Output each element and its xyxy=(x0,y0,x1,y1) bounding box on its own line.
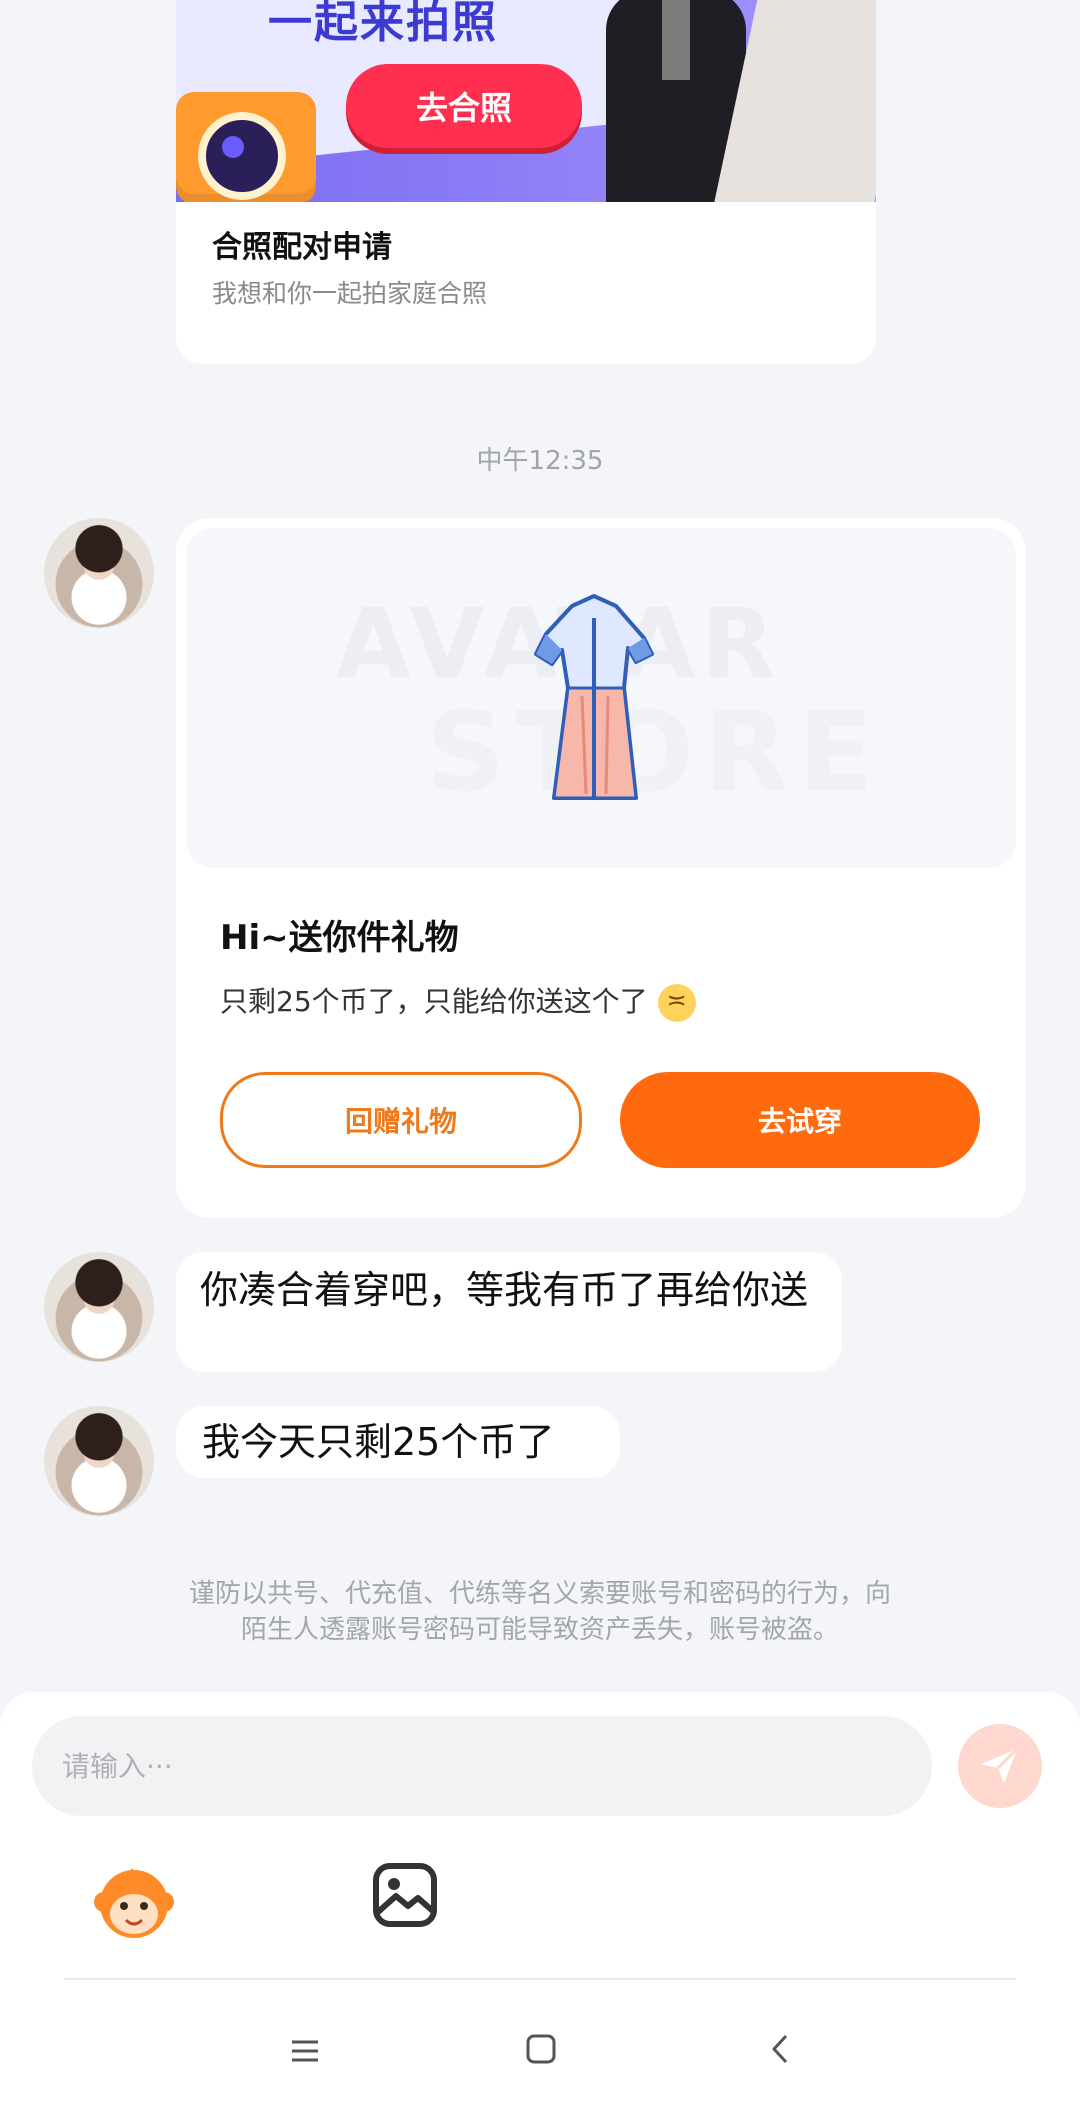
send-icon xyxy=(980,1747,1019,1784)
return-gift-button[interactable]: 回赠礼物 xyxy=(220,1072,582,1168)
gift-subtitle-text: 只剩25个币了，只能给你送这个了 xyxy=(220,985,648,1018)
confounded-face-icon xyxy=(657,984,696,1022)
input-panel xyxy=(0,1692,1080,2109)
safety-notice: 谨防以共号、代充值、代练等名义索要账号和密码的行为，向 陌生人透露账号密码可能导… xyxy=(90,1576,990,1648)
menu-icon[interactable] xyxy=(290,2036,320,2066)
message-bubble[interactable]: 我今天只剩25个币了 xyxy=(176,1406,620,1478)
monkey-sticker-icon[interactable] xyxy=(92,1860,176,1944)
message-timestamp: 中午12:35 xyxy=(476,446,604,476)
safety-notice-line: 陌生人透露账号密码可能导致资产丢失，账号被盗。 xyxy=(240,1615,839,1645)
image-icon[interactable] xyxy=(370,1860,440,1930)
banner-headline: 一起来拍照 xyxy=(268,0,498,48)
message-input[interactable] xyxy=(32,1716,932,1816)
gift-card[interactable]: AVATAR STORE Hi~送你件礼物 只剩25个币了，只能给你送这个了 回… xyxy=(176,518,1026,1218)
message-text: 你凑合着穿吧，等我有币了再给你送 xyxy=(200,1268,809,1312)
photo-pair-title: 合照配对申请 xyxy=(212,230,392,265)
gift-title: Hi~送你件礼物 xyxy=(220,918,459,958)
dress-illustration xyxy=(534,594,654,800)
photo-pair-subtitle: 我想和你一起拍家庭合照 xyxy=(212,279,488,308)
sender-avatar[interactable] xyxy=(44,1406,154,1516)
back-icon[interactable] xyxy=(766,2032,794,2066)
divider xyxy=(64,1978,1016,1980)
gift-subtitle: 只剩25个币了，只能给你送这个了 xyxy=(220,980,696,1022)
go-photo-button[interactable]: 去合照 xyxy=(346,64,582,148)
home-icon[interactable] xyxy=(524,2032,558,2066)
gift-image: AVATAR STORE xyxy=(186,528,1016,868)
photo-pair-card[interactable]: 一起来拍照 去合照 合照配对申请 我想和你一起拍家庭合照 xyxy=(176,0,876,364)
sender-avatar[interactable] xyxy=(44,1252,154,1362)
photo-pair-banner: 一起来拍照 去合照 xyxy=(176,0,876,202)
message-text: 我今天只剩25个币了 xyxy=(202,1420,555,1464)
safety-notice-line: 谨防以共号、代充值、代练等名义索要账号和密码的行为，向 xyxy=(188,1579,891,1609)
camera-icon xyxy=(176,92,316,202)
send-button[interactable] xyxy=(958,1724,1042,1808)
sender-avatar[interactable] xyxy=(44,518,154,628)
try-on-button[interactable]: 去试穿 xyxy=(620,1072,980,1168)
message-bubble[interactable]: 你凑合着穿吧，等我有币了再给你送 xyxy=(176,1252,842,1372)
